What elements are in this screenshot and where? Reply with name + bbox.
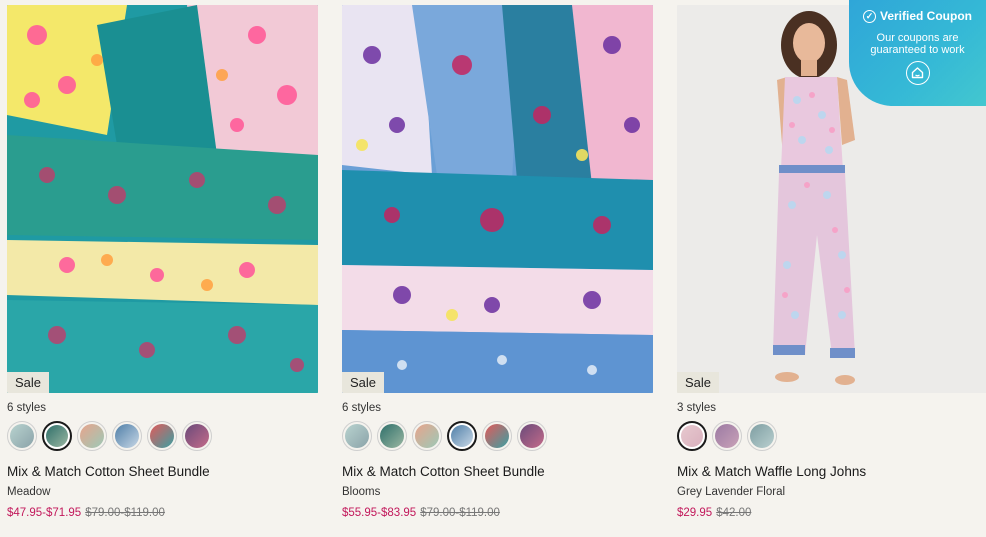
styles-count: 6 styles	[7, 402, 46, 414]
sale-badge: Sale	[342, 372, 385, 393]
product-price: $29.95 $42.00	[677, 507, 986, 521]
color-swatch[interactable]	[182, 421, 212, 451]
color-swatch[interactable]	[147, 421, 177, 451]
floral-sheets-meadow-photo	[7, 5, 318, 393]
sale-price: $47.95-$71.95	[7, 507, 82, 519]
original-price: $42.00	[716, 507, 752, 519]
product-price: $47.95-$71.95 $79.00-$119.00	[7, 507, 318, 521]
color-swatch[interactable]	[747, 421, 777, 451]
product-title[interactable]: Mix & Match Waffle Long Johns	[677, 464, 986, 481]
product-card[interactable]: Sale 6 styles Mix & Match Cotton Sheet B…	[7, 5, 318, 521]
sale-price: $29.95	[677, 507, 713, 519]
product-image[interactable]: Sale	[342, 5, 653, 393]
product-price: $55.95-$83.95 $79.00-$119.00	[342, 507, 653, 521]
coupon-subtitle: Our coupons are guaranteed to work	[870, 32, 965, 56]
color-swatch[interactable]	[412, 421, 442, 451]
color-swatch[interactable]	[112, 421, 142, 451]
product-variant: Blooms	[342, 486, 381, 498]
product-variant: Grey Lavender Floral	[677, 486, 786, 498]
coupon-header: ✓ Verified Coupon	[849, 9, 986, 23]
sale-badge: Sale	[677, 372, 720, 393]
verified-coupon-widget[interactable]: ✓ Verified Coupon Our coupons are guaran…	[849, 0, 986, 106]
original-price: $79.00-$119.00	[420, 507, 500, 519]
original-price: $79.00-$119.00	[85, 507, 165, 519]
color-swatch[interactable]	[7, 421, 37, 451]
check-circle-icon: ✓	[862, 9, 876, 23]
color-swatch[interactable]	[377, 421, 407, 451]
product-variant: Meadow	[7, 486, 51, 498]
color-swatch[interactable]	[517, 421, 547, 451]
product-title[interactable]: Mix & Match Cotton Sheet Bundle	[7, 464, 318, 481]
styles-count: 6 styles	[342, 402, 381, 414]
color-swatch[interactable]	[77, 421, 107, 451]
color-swatches	[677, 421, 986, 451]
color-swatches	[7, 421, 318, 451]
product-image[interactable]: Sale	[7, 5, 318, 393]
color-swatch-selected[interactable]	[447, 421, 477, 451]
coupon-title: Verified Coupon	[879, 9, 972, 23]
product-title[interactable]: Mix & Match Cotton Sheet Bundle	[342, 464, 653, 481]
floral-sheets-blooms-photo	[342, 5, 653, 393]
sale-price: $55.95-$83.95	[342, 507, 417, 519]
color-swatch[interactable]	[342, 421, 372, 451]
color-swatches	[342, 421, 653, 451]
home-icon[interactable]	[905, 61, 930, 85]
sale-badge: Sale	[7, 372, 50, 393]
color-swatch-selected[interactable]	[677, 421, 707, 451]
styles-count: 3 styles	[677, 402, 716, 414]
product-card[interactable]: Sale 6 styles Mix & Match Cotton Sheet B…	[342, 5, 653, 521]
product-grid: Sale 6 styles Mix & Match Cotton Sheet B…	[7, 5, 986, 521]
color-swatch[interactable]	[482, 421, 512, 451]
color-swatch-selected[interactable]	[42, 421, 72, 451]
color-swatch[interactable]	[712, 421, 742, 451]
